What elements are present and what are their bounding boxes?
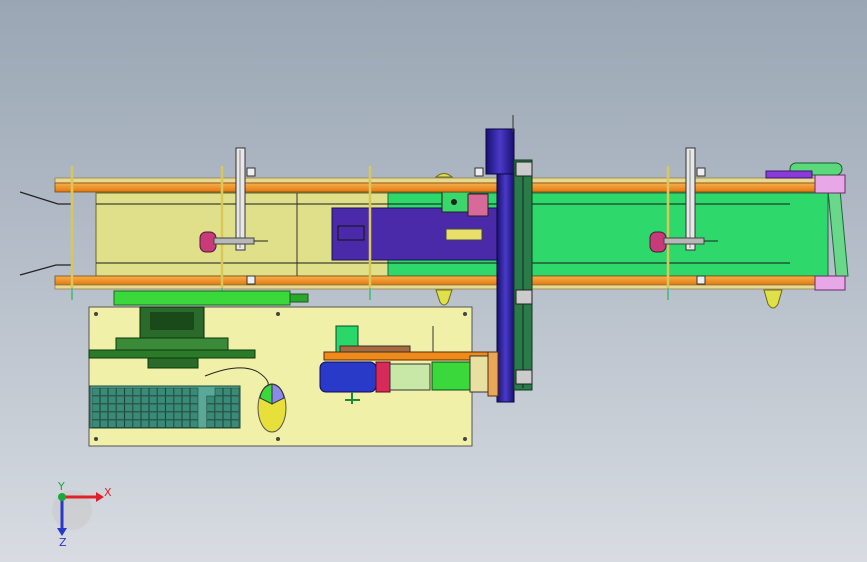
keyboard-key[interactable] [173,419,182,428]
keyboard-key[interactable] [124,411,133,420]
keyboard-key[interactable] [116,395,125,404]
keyboard-key[interactable] [222,411,232,420]
keyboard-key[interactable] [222,403,232,412]
keyboard-key[interactable] [165,387,174,396]
keyboard-key[interactable] [124,387,133,396]
keyboard-key[interactable] [132,395,141,404]
keyboard-key[interactable] [99,403,109,412]
keyboard-key[interactable] [165,419,174,428]
keyboard-key[interactable] [173,403,182,412]
keyboard-key[interactable] [157,403,166,412]
keyboard-key[interactable] [214,419,223,428]
keyboard-key[interactable] [222,395,232,404]
keyboard-key[interactable] [231,411,240,420]
keyboard-key[interactable] [231,387,240,396]
keyboard-key[interactable] [206,419,215,428]
keyboard-key[interactable] [181,387,191,396]
keyboard-key[interactable] [140,419,150,428]
air-cylinder[interactable] [113,290,309,306]
keyboard-key[interactable] [91,387,100,396]
keyboard-key[interactable] [157,411,166,420]
keyboard-key[interactable] [140,395,150,404]
keyboard-key[interactable] [91,403,100,412]
keyboard-key[interactable] [214,403,223,412]
keyboard-key[interactable] [149,395,158,404]
keyboard-key[interactable] [190,419,199,428]
y-axis-label: Y [57,480,65,493]
keyboard-key[interactable] [165,395,174,404]
keyboard-key[interactable] [222,419,232,428]
x-axis-label: X [104,486,112,499]
coordinate-triad: X Y Z [52,480,112,549]
keyboard-key[interactable] [140,403,150,412]
z-axis-label: Z [59,536,67,549]
keyboard-key[interactable] [190,411,199,420]
keyboard-key[interactable] [206,395,215,404]
keyboard-key[interactable] [132,387,141,396]
keyboard-key[interactable] [206,411,215,420]
keyboard-key[interactable] [116,419,125,428]
keyboard-key[interactable] [165,403,174,412]
keyboard[interactable] [89,385,241,429]
keyboard-key[interactable] [99,411,109,420]
keyboard-key[interactable] [149,387,158,396]
keyboard-key[interactable] [116,387,125,396]
keyboard-key[interactable] [140,387,150,396]
keyboard-key[interactable] [173,395,182,404]
keyboard-key[interactable] [132,419,141,428]
keyboard-key[interactable] [99,387,109,396]
assembly-drawing[interactable]: X Y Z [0,0,867,562]
keyboard-key[interactable] [173,411,182,420]
keyboard-key[interactable] [99,395,109,404]
cad-viewport[interactable]: X Y Z [0,0,867,562]
keyboard-key[interactable] [116,403,125,412]
keyboard-key[interactable] [149,419,158,428]
keyboard-key[interactable] [231,419,240,428]
keyboard-key[interactable] [91,411,100,420]
keyboard-key[interactable] [108,403,117,412]
keyboard-key[interactable] [108,419,117,428]
keyboard-key[interactable] [157,395,166,404]
keyboard-key[interactable] [181,419,191,428]
keyboard-key[interactable] [132,403,141,412]
keyboard-key[interactable] [108,395,117,404]
keyboard-key[interactable] [190,403,199,412]
keyboard-key[interactable] [214,387,223,396]
keyboard-key[interactable] [231,403,240,412]
keyboard-key[interactable] [108,411,117,420]
keyboard-key[interactable] [140,411,150,420]
keyboard-key[interactable] [149,403,158,412]
keyboard-key[interactable] [157,387,166,396]
keyboard-key[interactable] [124,403,133,412]
keyboard-key[interactable] [181,411,191,420]
keyboard-key[interactable] [124,395,133,404]
keyboard-key[interactable] [149,411,158,420]
keyboard-key[interactable] [190,395,199,404]
cable-left [19,191,72,276]
keyboard-key[interactable] [99,419,109,428]
keyboard-key[interactable] [108,387,117,396]
keyboard-key[interactable] [91,419,100,428]
keyboard-key[interactable] [190,387,199,396]
keyboard-key[interactable] [231,395,240,404]
keyboard-key[interactable] [124,419,133,428]
keyboard-key[interactable] [132,411,141,420]
keyboard-key[interactable] [91,395,100,404]
keyboard-key[interactable] [181,403,191,412]
keyboard-key[interactable] [157,419,166,428]
keyboard-key[interactable] [214,411,223,420]
keyboard-key[interactable] [222,387,232,396]
keyboard-key[interactable] [165,411,174,420]
keyboard-key[interactable] [173,387,182,396]
keyboard-key[interactable] [181,395,191,404]
keyboard-key[interactable] [214,395,223,404]
keyboard-key[interactable] [116,411,125,420]
keyboard-key[interactable] [206,403,215,412]
